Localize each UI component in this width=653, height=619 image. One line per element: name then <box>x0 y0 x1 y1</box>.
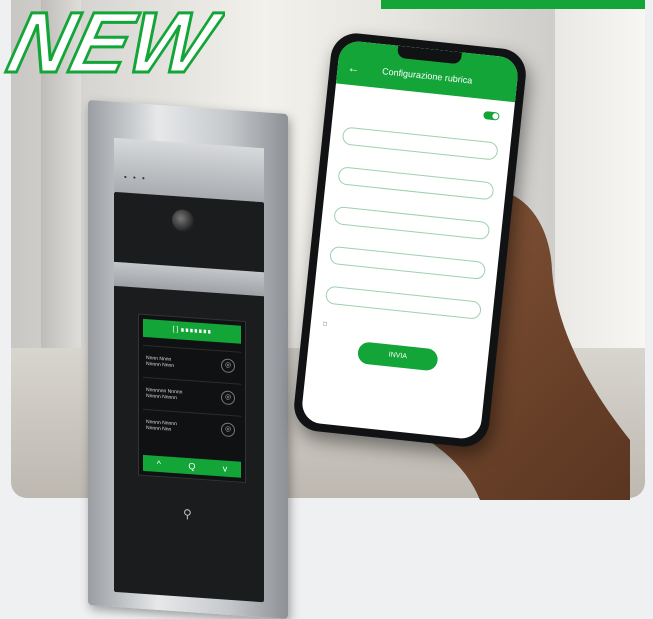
directory-row[interactable]: Nnnn Nnnn Nnnnn Nnnn ◎ <box>143 344 241 381</box>
text-field[interactable] <box>341 126 499 161</box>
enable-toggle[interactable] <box>483 111 500 121</box>
display-header: [ ] ∎∎∎∎∎∎∎ <box>143 318 241 344</box>
smartphone: ← Configurazione rubrica ☐ INVIA <box>291 30 529 450</box>
camera-icon <box>172 208 194 233</box>
intercom-display: [ ] ∎∎∎∎∎∎∎ Nnnn Nnnn Nnnnn Nnnn ◎ Nnnnn… <box>138 313 246 484</box>
directory-row[interactable]: Nnnnnnn Nnnnn Nnnnn Nnnnn ◎ <box>143 376 241 413</box>
text-field[interactable] <box>324 285 482 320</box>
scroll-up-icon[interactable]: ^ <box>157 459 161 469</box>
text-field[interactable] <box>333 205 491 241</box>
bell-icon[interactable]: ◎ <box>221 422 235 438</box>
intercom-leds: • • • <box>124 172 147 184</box>
nfc-icon: ⚲ <box>183 506 192 522</box>
product-scene: NEW • • • [ ] ∎∎∎∎∎∎∎ Nnnn Nnnn Nnnnn Nn… <box>0 0 653 619</box>
display-nav: ^ Q v <box>143 454 241 478</box>
new-badge: NEW <box>0 0 225 82</box>
text-field[interactable] <box>337 166 495 201</box>
checkbox[interactable]: ☐ <box>322 321 327 327</box>
directory-row[interactable]: Nnnnn Nnnnn Nnnnn Nnn ◎ <box>143 408 241 445</box>
search-icon[interactable]: Q <box>188 461 195 471</box>
resident-name: Nnnnn Nnnnn Nnnnn Nnn <box>146 419 177 433</box>
bell-icon[interactable]: ◎ <box>221 390 235 406</box>
bell-icon[interactable]: ◎ <box>221 358 235 374</box>
submit-button[interactable]: INVIA <box>356 341 439 372</box>
intercom-panel: • • • [ ] ∎∎∎∎∎∎∎ Nnnn Nnnn Nnnnn Nnnn ◎… <box>88 100 288 619</box>
app-title: Configurazione rubrica <box>381 66 473 86</box>
resident-name: Nnnnnnn Nnnnn Nnnnn Nnnnn <box>146 387 183 402</box>
resident-name: Nnnn Nnnn Nnnnn Nnnn <box>146 355 175 370</box>
text-field[interactable] <box>329 245 487 280</box>
scroll-down-icon[interactable]: v <box>223 463 228 473</box>
new-badge-text: NEW <box>0 0 225 82</box>
accent-bar <box>381 0 645 9</box>
